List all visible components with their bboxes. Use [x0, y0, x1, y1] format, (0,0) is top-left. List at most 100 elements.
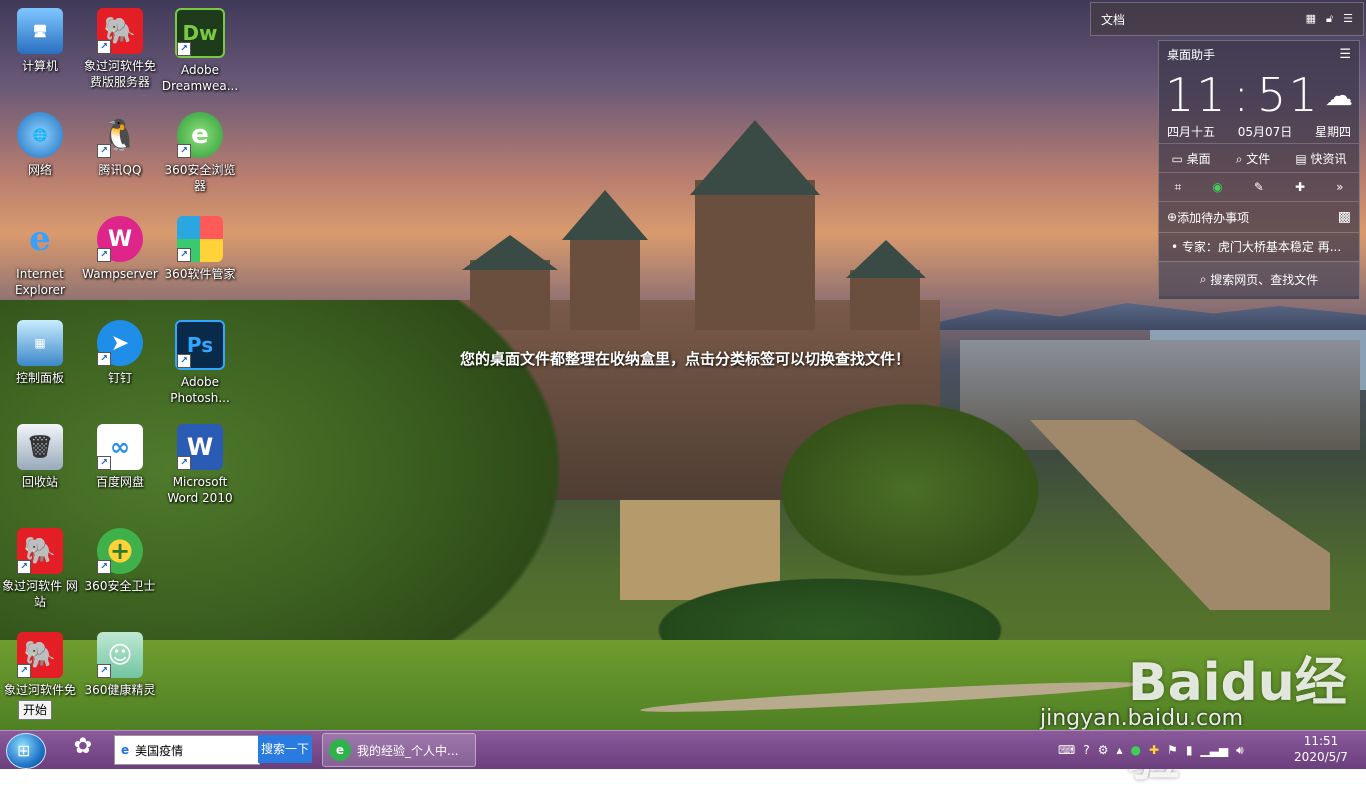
desktop-icon-label: 360健康精灵 [84, 683, 156, 697]
cloud-weather-icon[interactable]: ☁ [1325, 79, 1353, 112]
clock-hour: 11 [1165, 68, 1228, 122]
start-tooltip: 开始 [18, 700, 53, 720]
input-method-icon[interactable]: ⚙ [1098, 743, 1109, 757]
desktop-icon-network[interactable]: 🌐 网络 [0, 112, 80, 178]
assistant-title: 桌面助手 [1167, 47, 1216, 62]
desktop-icon-elephant-site[interactable]: 🐘 ↗ 象过河软件 网站 [0, 528, 80, 610]
tab-desktop[interactable]: ▭ 桌面 [1172, 150, 1211, 167]
ie-icon: e [29, 219, 51, 259]
add-todo-button[interactable]: ⊕ 添加待办事项 ▩ [1159, 201, 1359, 232]
taskbar-date: 2020/5/7 [1294, 750, 1348, 764]
keyboard-icon[interactable]: ⌨ [1058, 743, 1075, 757]
tab-news[interactable]: ▤ 快资讯 [1295, 150, 1346, 167]
qq-icon: 🐧 ↗ [97, 112, 143, 158]
360-browser-tray-icon[interactable]: ● [1131, 743, 1141, 757]
doc-fence-controls: ▦ 🔓︎ ☰ [1306, 12, 1353, 26]
taskbar-search-button[interactable]: 搜索一下 [258, 735, 312, 763]
desktop-icon-qq[interactable]: 🐧 ↗ 腾讯QQ [80, 112, 160, 178]
doc-fence-header[interactable]: 文档 ▦ 🔓︎ ☰ [1090, 2, 1364, 36]
start-button[interactable]: ⊞ [6, 733, 46, 769]
wallpaper-trees [760, 390, 1060, 590]
desktop-icon-360-safe[interactable]: + ↗ 360安全卫士 [80, 528, 160, 594]
desktop-icon-dreamweaver[interactable]: Dw ↗ Adobe Dreamwea... [160, 8, 240, 94]
lock-icon[interactable]: 🔓︎ [1326, 12, 1333, 26]
qr-code-icon[interactable]: ▩ [1338, 209, 1351, 225]
desktop-icon-label: Wampserver [82, 267, 158, 281]
signal-icon[interactable]: ▁▃▅ [1200, 743, 1228, 757]
desktop-icon-label: Microsoft Word 2010 [167, 475, 233, 505]
desktop-icon-word[interactable]: W ↗ Microsoft Word 2010 [160, 424, 240, 506]
desktop-icon-360-software[interactable]: ↗ 360软件管家 [160, 216, 240, 282]
plugin-icon[interactable]: ✚ [1295, 180, 1305, 194]
news-headline[interactable]: • 专家：虎门大桥基本稳定 再... [1159, 232, 1359, 261]
taskbar-search-box[interactable]: e 美国疫情 [114, 735, 260, 765]
wallpaper-castle [450, 120, 930, 330]
network-status-icon[interactable]: ⚑ [1167, 743, 1178, 757]
taskbar-clock[interactable]: 11:51 2020/5/7 [1286, 733, 1356, 765]
desktop-icon-control-panel[interactable]: ▦ 控制面板 [0, 320, 80, 386]
desktop-icon-elephant-free[interactable]: 🐘 ↗ 象过河软件免 [0, 632, 80, 698]
search-icon: ⌕ [1199, 271, 1211, 286]
desktop-icon-label: 360软件管家 [164, 267, 236, 281]
ie-icon: e [121, 743, 130, 757]
usb-device-icon[interactable]: ▮ [1186, 743, 1193, 757]
desktop-icon-computer[interactable]: 🖥 计算机 [0, 8, 80, 74]
360-safe-tray-icon[interactable]: ✚ [1149, 743, 1159, 757]
pinned-app-icon[interactable]: ✿ [64, 734, 102, 766]
volume-icon[interactable]: 🔊︎ [1236, 743, 1244, 758]
taskbar-window-button[interactable]: e 我的经验_个人中... [322, 733, 476, 767]
desktop-icon-label: 回收站 [21, 475, 58, 489]
clock-minute: 51 [1257, 68, 1320, 122]
doc-fence-title: 文档 [1101, 12, 1126, 27]
watermark-url: jingyan.baidu.com [1040, 706, 1244, 731]
menu-icon[interactable]: ☰ [1343, 12, 1353, 26]
word-icon: W ↗ [177, 424, 223, 470]
desktop-icon-photoshop[interactable]: Ps ↗ Adobe Photosh... [160, 320, 240, 406]
desktop-icon-baidu-netdisk[interactable]: ∞ ↗ 百度网盘 [80, 424, 160, 490]
desktop-icon-360-browser[interactable]: e ↗ 360安全浏览器 [160, 112, 240, 194]
desktop-icon-wampserver[interactable]: W ↗ Wampserver [80, 216, 160, 282]
desktop-icon-360-health[interactable]: ☺ ↗ 360健康精灵 [80, 632, 160, 698]
elephant-icon: 🐘 ↗ [97, 8, 143, 54]
360-browser-icon: e [329, 739, 351, 761]
windows-logo-icon: ⊞ [17, 741, 31, 760]
note-icon[interactable]: ✎ [1254, 180, 1264, 194]
system-tray: ⌨ ? ⚙ ▴ ● ✚ ⚑ ▮ ▁▃▅ 🔊︎ [1058, 735, 1244, 765]
taskbar-window-label: 我的经验_个人中... [357, 743, 459, 758]
crop-icon[interactable]: ⌗ [1175, 180, 1182, 195]
solar-date: 05月07日 [1237, 125, 1293, 139]
assistant-clock: 11 : 51 ☁ [1159, 67, 1359, 123]
desktop-icon-label: Adobe Photosh... [170, 375, 230, 405]
desktop-icon-label: 控制面板 [15, 371, 64, 385]
plus-circle-icon: ⊕ [1167, 210, 1178, 224]
eye-icon[interactable]: ◉ [1212, 180, 1222, 194]
chevron-right-icon[interactable]: » [1336, 180, 1343, 194]
network-icon: 🌐 [17, 112, 63, 158]
show-hidden-icons-icon[interactable]: ▴ [1116, 743, 1122, 757]
360-health-icon: ☺ ↗ [97, 632, 143, 678]
tab-files[interactable]: ⌕ 文件 [1236, 150, 1271, 167]
desktop-icon-label: Adobe Dreamwea... [161, 63, 239, 93]
clock-separator: : [1233, 68, 1252, 122]
menu-icon[interactable]: ☰ [1339, 47, 1351, 62]
help-icon[interactable]: ? [1083, 743, 1089, 757]
desktop-icon-dingtalk[interactable]: ➤ ↗ 钉钉 [80, 320, 160, 386]
desktop-organizer-hint: 您的桌面文件都整理在收纳盒里，点击分类标签可以切换查找文件！ [459, 350, 910, 368]
elephant-icon: 🐘 ↗ [17, 528, 63, 574]
recycle-bin-icon: 🗑 [17, 424, 63, 470]
wampserver-icon: W ↗ [97, 216, 143, 262]
grid-view-icon[interactable]: ▦ [1306, 12, 1316, 26]
desktop-icon-label: 象过河软件 网站 [2, 579, 78, 609]
desktop-icon-ie[interactable]: e Internet Explorer [0, 216, 80, 298]
360-software-icon: ↗ [177, 216, 223, 262]
assistant-tabs: ▭ 桌面 ⌕ 文件 ▤ 快资讯 [1159, 143, 1359, 172]
desktop-icon-elephant-server[interactable]: 🐘 ↗ 象过河软件免费版服务器 [80, 8, 160, 90]
dingtalk-icon: ➤ ↗ [97, 320, 143, 366]
assistant-search-button[interactable]: ⌕ 搜索网页、查找文件 [1159, 261, 1359, 296]
desktop-icon-label: 百度网盘 [95, 475, 144, 489]
elephant-icon: 🐘 ↗ [17, 632, 63, 678]
desktop-icon-label: 象过河软件免费版服务器 [83, 59, 156, 89]
desktop-icon-label: 360安全卫士 [84, 579, 156, 593]
desktop-icon-recycle-bin[interactable]: 🗑 回收站 [0, 424, 80, 490]
lunar-date: 四月十五 [1167, 125, 1216, 139]
